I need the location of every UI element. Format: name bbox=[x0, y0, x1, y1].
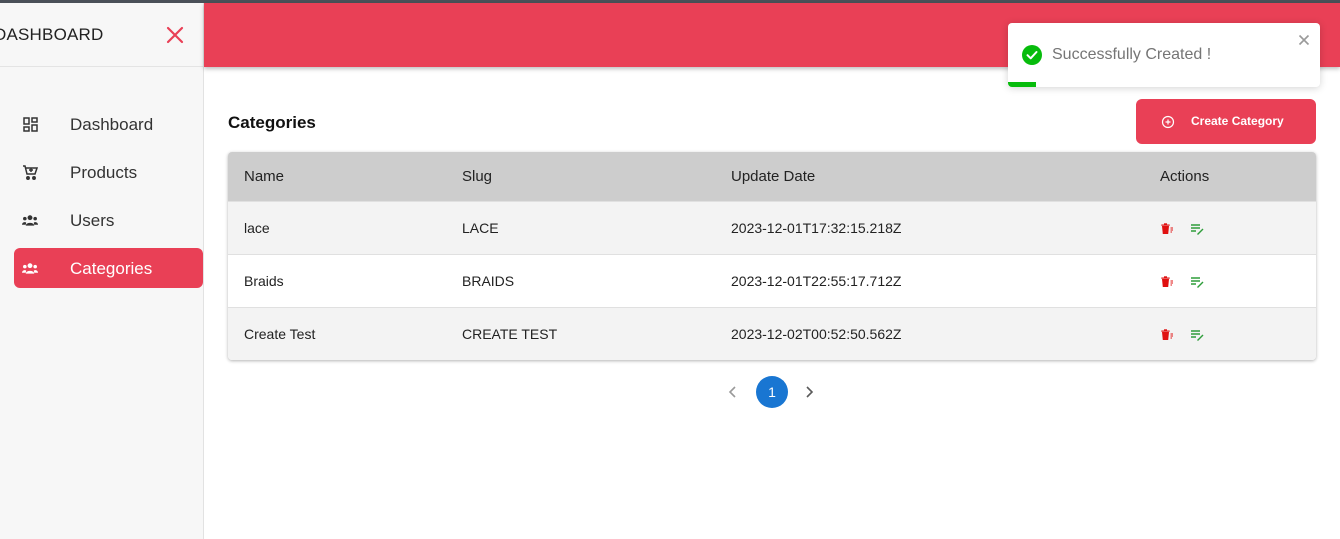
cell-name: lace bbox=[244, 220, 270, 236]
sidebar-item-label: Categories bbox=[70, 259, 153, 278]
sidebar-header: DASHBOARD bbox=[0, 3, 203, 67]
add-circle-icon bbox=[1161, 115, 1175, 129]
cell-slug: CREATE TEST bbox=[462, 326, 558, 342]
delete-icon[interactable] bbox=[1160, 328, 1174, 340]
dashboard-grid-icon bbox=[22, 116, 38, 132]
cell-name: Create Test bbox=[244, 326, 316, 342]
delete-icon[interactable] bbox=[1160, 222, 1174, 234]
sidebar: DASHBOARD Dashboard Products Users Categ… bbox=[0, 3, 204, 539]
chevron-left-icon[interactable] bbox=[726, 384, 740, 400]
page-title: Categories bbox=[228, 113, 316, 132]
table-header: Name Slug Update Date Actions bbox=[228, 152, 1316, 201]
cell-update-date: 2023-12-01T17:32:15.218Z bbox=[731, 220, 902, 236]
sidebar-item-dashboard[interactable]: Dashboard bbox=[14, 104, 203, 144]
chevron-right-icon[interactable] bbox=[802, 384, 816, 400]
cell-name: Braids bbox=[244, 273, 284, 289]
categories-table: Name Slug Update Date Actions lace LACE … bbox=[228, 152, 1316, 360]
sidebar-item-label: Users bbox=[70, 211, 115, 230]
table-row: lace LACE 2023-12-01T17:32:15.218Z bbox=[228, 201, 1316, 254]
create-category-label: Create Category bbox=[1191, 114, 1284, 128]
close-toast-icon[interactable] bbox=[1298, 33, 1310, 46]
cell-slug: LACE bbox=[462, 220, 499, 236]
success-toast: Successfully Created ! bbox=[1008, 23, 1320, 87]
check-circle-icon bbox=[1022, 45, 1042, 65]
column-header-name[interactable]: Name bbox=[244, 168, 284, 185]
toast-progress-bar bbox=[1008, 82, 1037, 87]
table-row: Braids BRAIDS 2023-12-01T22:55:17.712Z bbox=[228, 254, 1316, 307]
edit-icon[interactable] bbox=[1190, 328, 1204, 341]
sidebar-item-products[interactable]: Products bbox=[14, 152, 203, 192]
column-header-update-date[interactable]: Update Date bbox=[731, 168, 815, 185]
column-header-slug[interactable]: Slug bbox=[462, 168, 492, 185]
sidebar-item-categories[interactable]: Categories bbox=[14, 248, 203, 288]
column-header-actions: Actions bbox=[1160, 168, 1210, 185]
table-row: Create Test CREATE TEST 2023-12-02T00:52… bbox=[228, 307, 1316, 360]
users-icon bbox=[22, 260, 38, 276]
page-button-current[interactable]: 1 bbox=[756, 376, 788, 408]
toast-message: Successfully Created ! bbox=[1052, 46, 1212, 63]
users-icon bbox=[22, 212, 38, 228]
cell-update-date: 2023-12-01T22:55:17.712Z bbox=[731, 273, 902, 289]
create-category-button[interactable]: Create Category bbox=[1136, 99, 1316, 144]
cell-update-date: 2023-12-02T00:52:50.562Z bbox=[731, 326, 902, 342]
close-sidebar-icon[interactable] bbox=[165, 25, 185, 45]
sidebar-item-label: Products bbox=[70, 163, 138, 182]
sidebar-item-users[interactable]: Users bbox=[14, 200, 203, 240]
cart-icon bbox=[22, 164, 38, 180]
sidebar-title: DASHBOARD bbox=[0, 25, 104, 44]
delete-icon[interactable] bbox=[1160, 275, 1174, 287]
edit-icon[interactable] bbox=[1190, 222, 1204, 235]
cell-slug: BRAIDS bbox=[462, 273, 515, 289]
edit-icon[interactable] bbox=[1190, 275, 1204, 288]
sidebar-item-label: Dashboard bbox=[70, 115, 154, 134]
pagination: 1 bbox=[720, 376, 830, 408]
